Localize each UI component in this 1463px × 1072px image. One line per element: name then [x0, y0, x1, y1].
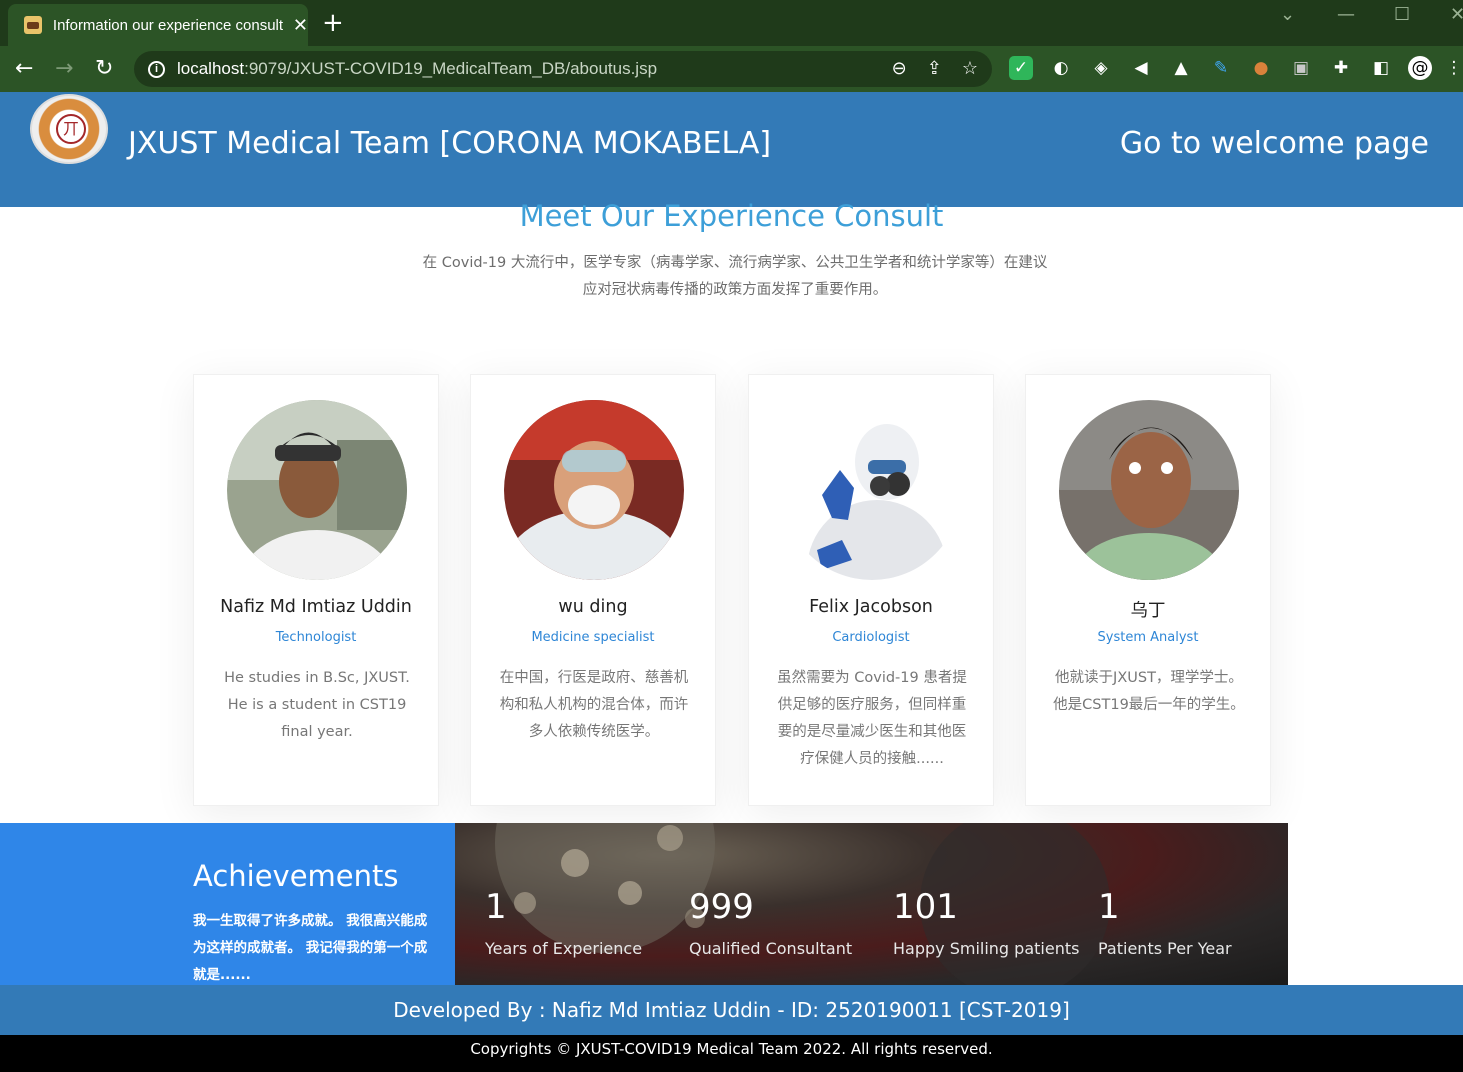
stat-value: 999	[689, 887, 754, 927]
back-icon[interactable]: ←	[15, 56, 33, 81]
achievements-panel: Achievements 我一生取得了许多成就。 我很高兴能成为这样的成就者。 …	[0, 823, 455, 985]
consultant-role: System Analyst	[1097, 630, 1199, 645]
side-panel-icon[interactable]: ◧	[1369, 56, 1393, 80]
stat-item: 1 Patients Per Year	[1098, 887, 1232, 958]
pen-extension-icon[interactable]: ✎	[1209, 56, 1233, 80]
stat-label: Patients Per Year	[1098, 939, 1232, 958]
site-title: JXUST Medical Team [CORONA MOKABELA]	[128, 126, 772, 161]
consultant-card: 乌丁 System Analyst 他就读于JXUST，理学学士。他是CST19…	[1025, 374, 1271, 806]
stat-item: 101 Happy Smiling patients	[893, 887, 1079, 958]
university-logo: 丌	[30, 94, 108, 164]
reload-icon[interactable]: ↻	[95, 56, 113, 81]
stat-item: 999 Qualified Consultant	[689, 887, 852, 958]
bookmark-star-icon[interactable]: ☆	[962, 58, 978, 79]
stat-value: 101	[893, 887, 958, 927]
consultant-name: 乌丁	[1130, 601, 1166, 621]
forward-icon[interactable]: →	[55, 56, 73, 81]
achievements-title: Achievements	[193, 859, 399, 893]
minimize-icon[interactable]: —	[1337, 4, 1355, 25]
tab-title: Information our experience consult	[52, 16, 284, 34]
consultant-photo	[504, 400, 684, 580]
site-info-icon[interactable]: i	[148, 60, 165, 78]
stat-item: 1 Years of Experience	[485, 887, 642, 958]
consultant-photo	[227, 400, 407, 580]
consultant-description: 他就读于JXUST，理学学士。他是CST19最后一年的学生。	[1053, 670, 1245, 713]
zoom-icon[interactable]: ⊖	[892, 58, 907, 79]
consultant-card: Felix Jacobson Cardiologist 虽然需要为 Covid-…	[748, 374, 994, 806]
stat-value: 1	[485, 887, 507, 927]
achievements-stats-banner: 1 Years of Experience 999 Qualified Cons…	[455, 823, 1288, 985]
share-icon[interactable]: ⇪	[927, 58, 942, 79]
consultant-role: Technologist	[275, 630, 357, 645]
consultant-description: He studies in B.Sc, JXUST. He is a stude…	[224, 670, 410, 740]
url-host: localhost	[177, 59, 245, 78]
browser-toolbar: ← → ↻ i localhost:9079/JXUST-COVID19_Med…	[0, 46, 1463, 92]
consultant-role: Medicine specialist	[531, 630, 655, 645]
maximize-icon[interactable]: ☐	[1394, 4, 1410, 25]
url-path: :9079/JXUST-COVID19_MedicalTeam_DB/about…	[244, 59, 658, 78]
tab-close-icon[interactable]: ✕	[293, 15, 308, 36]
tab-favicon-icon	[24, 16, 42, 34]
extensions-puzzle-icon[interactable]: ✚	[1329, 56, 1353, 80]
tab-search-icon[interactable]: ⌄	[1280, 4, 1295, 25]
consultant-description: 在中国，行医是政府、慈善机构和私人机构的混合体，而许多人依赖传统医学。	[499, 670, 689, 740]
consultant-photo	[782, 400, 962, 580]
stat-label: Qualified Consultant	[689, 939, 853, 958]
browser-tab-bar: Information our experience consult ✕ + ⌄…	[0, 0, 1463, 46]
volume-extension-icon[interactable]: ◀	[1129, 56, 1153, 80]
browser-tab[interactable]: Information our experience consult ✕	[8, 4, 308, 46]
consultant-card: Nafiz Md Imtiaz Uddin Technologist He st…	[193, 374, 439, 806]
consultant-role: Cardiologist	[832, 630, 910, 645]
section-subtitle: 在 Covid-19 大流行中，医学专家（病毒学家、流行病学家、公共卫生学者和统…	[422, 255, 1048, 298]
stat-value: 1	[1098, 887, 1120, 927]
copyright-bar: Copyrights © JXUST-COVID19 Medical Team …	[0, 1035, 1463, 1072]
welcome-page-link[interactable]: Go to welcome page	[1120, 126, 1429, 161]
stat-label: Happy Smiling patients	[893, 939, 1080, 958]
menu-dots-icon[interactable]: ⋮	[1446, 56, 1463, 80]
site-header: 丌 JXUST Medical Team [CORONA MOKABELA] G…	[0, 92, 1463, 207]
close-window-icon[interactable]: ✕	[1450, 4, 1463, 25]
profile-avatar-icon[interactable]: @	[1408, 56, 1432, 80]
extension-icon[interactable]: ◐	[1049, 56, 1073, 80]
stat-label: Years of Experience	[485, 939, 643, 958]
new-tab-icon[interactable]: +	[322, 8, 344, 38]
shield-extension-icon[interactable]: ✓	[1009, 56, 1033, 80]
consultant-photo	[1059, 400, 1239, 580]
consultant-card: wu ding Medicine specialist 在中国，行医是政府、慈善…	[470, 374, 716, 806]
section-title: Meet Our Experience Consult	[519, 199, 944, 233]
camera-extension-icon[interactable]: ▣	[1289, 56, 1313, 80]
drive-extension-icon[interactable]: ▲	[1169, 56, 1193, 80]
cookie-extension-icon[interactable]: ●	[1249, 56, 1273, 80]
privacy-extension-icon[interactable]: ◈	[1089, 56, 1113, 80]
consultant-name: wu ding	[558, 597, 628, 617]
consultant-name: Nafiz Md Imtiaz Uddin	[220, 597, 412, 617]
logo-emblem: 丌	[56, 114, 86, 144]
achievements-text: 我一生取得了许多成就。 我很高兴能成为这样的成就者。 我记得我的第一个成就是..…	[193, 913, 428, 983]
address-bar[interactable]: i localhost:9079/JXUST-COVID19_MedicalTe…	[134, 51, 992, 87]
developer-credit-bar: Developed By : Nafiz Md Imtiaz Uddin - I…	[0, 985, 1463, 1035]
consultant-description: 虽然需要为 Covid-19 患者提供足够的医疗服务，但同样重要的是尽量减少医生…	[777, 670, 967, 767]
consultant-name: Felix Jacobson	[809, 597, 933, 617]
